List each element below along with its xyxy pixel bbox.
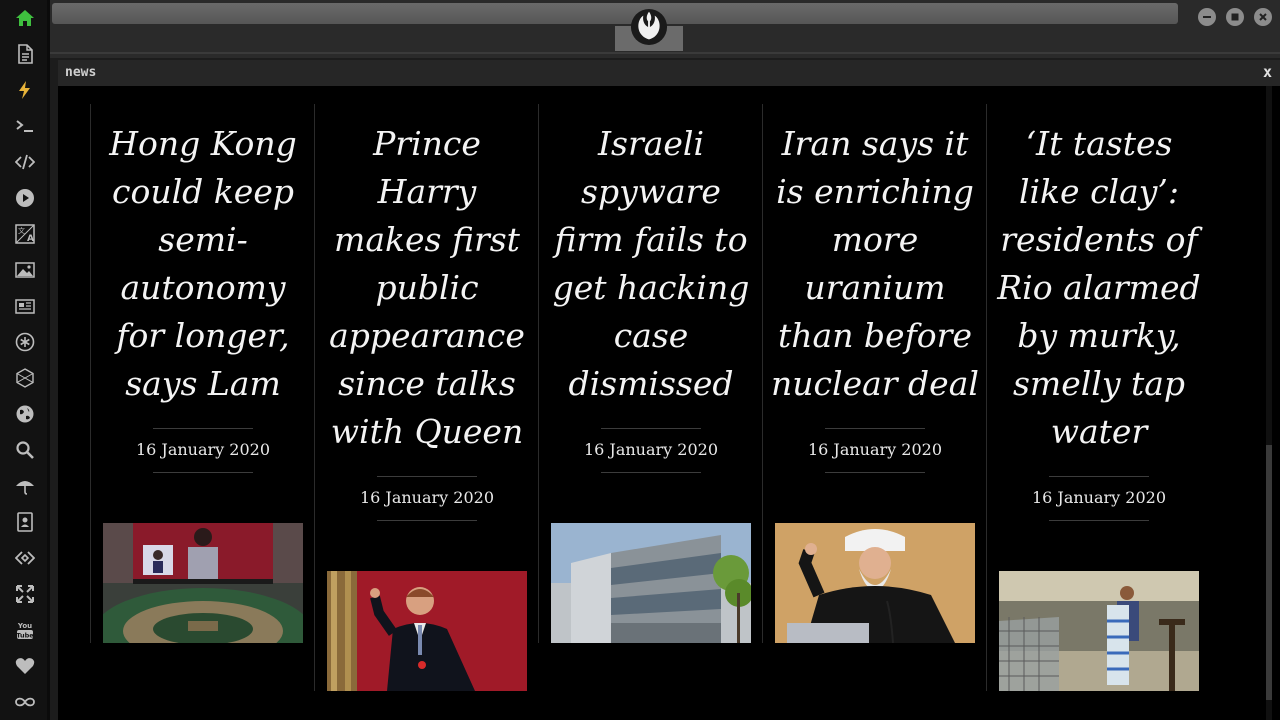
top-bar [50,0,1280,58]
article-date-block: 16 January 2020 [763,428,987,473]
code-icon[interactable] [13,150,37,174]
svg-text:A: A [27,234,34,244]
article-headline[interactable]: Prince Harry makes first public appearan… [321,120,533,456]
search-icon[interactable] [13,438,37,462]
supermarket-water-bottles-photo[interactable] [999,571,1199,691]
article-headline[interactable]: Iran says it is enriching more uranium t… [769,120,981,408]
article-date: 16 January 2020 [359,488,495,507]
article-headline[interactable]: ‘It tastes like clay’: residents of Rio … [993,120,1205,456]
article-date: 16 January 2020 [1031,488,1167,507]
rebel-alliance-icon[interactable] [630,8,668,46]
lightning-icon[interactable] [13,78,37,102]
news-article[interactable]: Prince Harry makes first public appearan… [314,104,539,691]
hong-kong-legislative-council-photo[interactable] [103,523,303,643]
panel-close-button[interactable]: x [1263,63,1272,81]
article-date-block: 16 January 2020 [987,476,1211,521]
infinity-icon[interactable] [13,690,37,714]
play-icon[interactable] [13,186,37,210]
youtube-icon[interactable]: You Tube [13,618,37,642]
date-divider [153,472,253,473]
newspaper-icon[interactable] [13,294,37,318]
translate-icon[interactable]: A文 [13,222,37,246]
close-icon[interactable] [1254,8,1272,26]
news-article[interactable]: Iran says it is enriching more uranium t… [762,104,987,643]
umbrella-icon[interactable] [13,474,37,498]
date-divider [825,472,925,473]
maximize-icon[interactable] [1226,8,1244,26]
panel-header: news x [58,60,1280,86]
article-date: 16 January 2020 [807,440,943,459]
prince-harry-photo[interactable] [327,571,527,691]
office-building-photo[interactable] [551,523,751,643]
article-date-block: 16 January 2020 [539,428,763,473]
news-article[interactable]: Israeli spyware firm fails to get hackin… [538,104,763,643]
globe-icon[interactable] [13,402,37,426]
svg-text:You: You [17,622,32,630]
asterisk-icon[interactable] [13,330,37,354]
top-bar-divider [50,52,1280,54]
news-article[interactable]: Hong Kong could keep semi-autonomy for l… [90,104,315,643]
heart-icon[interactable] [13,654,37,678]
date-divider [1049,520,1149,521]
news-article[interactable]: ‘It tastes like clay’: residents of Rio … [986,104,1211,691]
terminal-icon[interactable] [13,114,37,138]
exchange-icon[interactable] [13,546,37,570]
article-headline[interactable]: Israeli spyware firm fails to get hackin… [545,120,757,408]
minimize-icon[interactable] [1198,8,1216,26]
date-divider [601,472,701,473]
article-date-block: 16 January 2020 [91,428,315,473]
article-date: 16 January 2020 [135,440,271,459]
home-icon[interactable] [13,6,37,30]
cube-icon[interactable] [13,366,37,390]
panel-title: news [65,65,97,80]
svg-text:Tube: Tube [16,632,34,640]
article-date: 16 January 2020 [583,440,719,459]
contact-card-icon[interactable] [13,510,37,534]
image-icon[interactable] [13,258,37,282]
expand-icon[interactable] [13,582,37,606]
sidebar-divider [47,0,50,720]
address-bar[interactable] [52,3,1178,24]
document-icon[interactable] [13,42,37,66]
date-divider [377,520,477,521]
svg-text:文: 文 [18,226,25,235]
article-date-block: 16 January 2020 [315,476,539,521]
sidebar: A文 You Tube [0,0,50,720]
scrollbar-thumb[interactable] [1266,445,1272,700]
news-panel: news x Hong Kong could keep semi-autonom… [58,60,1280,720]
article-headline[interactable]: Hong Kong could keep semi-autonomy for l… [97,120,309,408]
iran-president-photo[interactable] [775,523,975,643]
